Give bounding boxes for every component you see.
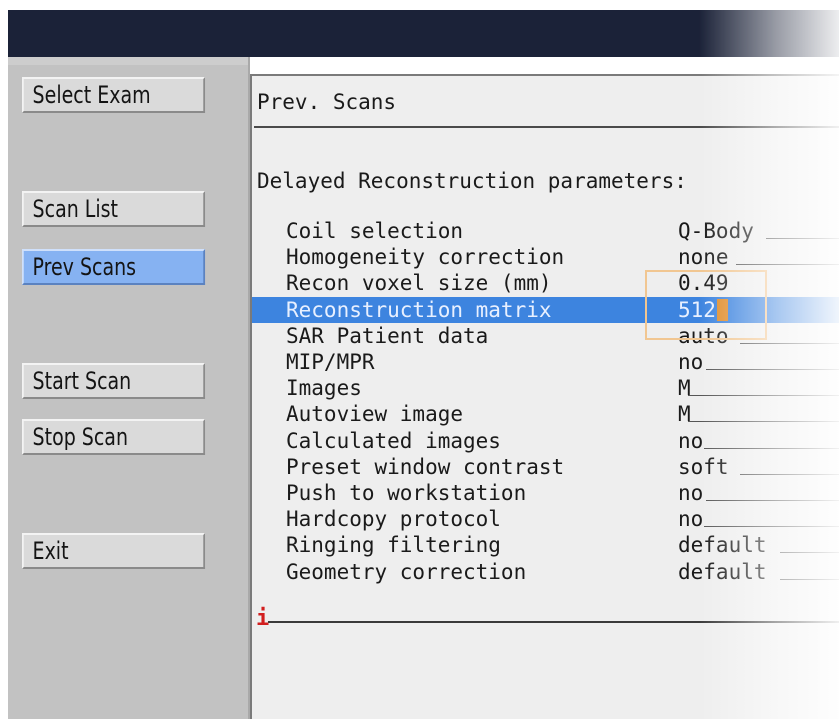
title-bar (8, 10, 839, 57)
parameter-label: Recon voxel size (mm) (286, 271, 552, 296)
parameter-row[interactable]: Hardcopy protocol no (252, 506, 839, 532)
value-field-underline (740, 342, 839, 344)
parameter-label: Preset window contrast (286, 454, 565, 479)
parameter-value[interactable]: no (678, 349, 703, 375)
value-field-underline (706, 369, 839, 370)
parameter-value[interactable]: no (678, 480, 703, 506)
parameter-value[interactable]: M (678, 401, 691, 427)
parameter-value[interactable]: none (678, 244, 729, 270)
page-title: Prev. Scans (257, 90, 397, 114)
parameter-label: Homogeneity correction (286, 245, 565, 270)
parameter-label: Reconstruction matrix (286, 297, 552, 322)
message-line (268, 621, 839, 623)
main-panel: Prev. Scans Delayed Reconstruction param… (250, 74, 839, 719)
value-field-underline (766, 238, 839, 239)
parameter-value[interactable]: Q-Body (678, 218, 754, 244)
parameter-row[interactable]: Reconstruction matrix 512 (252, 296, 839, 323)
parameter-row[interactable]: Recon voxel size (mm) 0.49 (252, 270, 839, 296)
parameter-row[interactable]: Images M (252, 375, 839, 401)
parameter-label: Autoview image (286, 402, 464, 427)
stop-scan-button[interactable]: Stop Scan (22, 419, 206, 455)
value-field-underline (704, 447, 839, 449)
parameter-value[interactable]: M (678, 375, 691, 401)
prev-scans-button[interactable]: Prev Scans (22, 249, 206, 285)
parameter-label: Hardcopy protocol (286, 507, 501, 532)
parameter-row[interactable]: Preset window contrast soft (252, 454, 839, 480)
select-exam-button[interactable]: Select Exam (22, 77, 206, 113)
value-field-underline (688, 421, 839, 423)
start-scan-button[interactable]: Start Scan (22, 363, 206, 399)
value-field-underline (688, 395, 839, 397)
parameter-label: Images (286, 376, 362, 401)
parameter-label: MIP/MPR (286, 350, 375, 374)
sidebar: Select Exam Scan List Prev Scans Start S… (8, 57, 250, 719)
value-field-underline (780, 578, 839, 580)
value-field-underline (736, 264, 839, 266)
parameter-row[interactable]: Push to workstation no (252, 480, 839, 506)
parameter-value[interactable]: 512 (678, 297, 716, 323)
parameter-value[interactable]: no (678, 506, 703, 532)
value-field-underline (740, 473, 839, 475)
parameter-value[interactable]: auto (678, 323, 729, 349)
parameter-row[interactable]: MIP/MPR no (252, 349, 839, 375)
parameter-row[interactable]: Coil selection Q-Body (252, 218, 839, 244)
parameter-value[interactable]: default (678, 532, 767, 558)
value-field-underline (780, 552, 839, 554)
section-title: Delayed Reconstruction parameters: (257, 169, 687, 193)
title-divider (254, 126, 839, 128)
parameter-row[interactable]: SAR Patient data auto (252, 323, 839, 349)
parameter-row[interactable]: Autoview image M (252, 401, 839, 427)
parameter-value[interactable]: soft (678, 454, 729, 480)
parameter-label: Ringing filtering (286, 533, 501, 558)
parameter-label: SAR Patient data (286, 323, 489, 348)
parameter-label: Calculated images (286, 428, 501, 453)
parameter-row[interactable]: Geometry correction default (252, 559, 839, 585)
parameter-row[interactable]: Calculated images no (252, 428, 839, 454)
parameter-value[interactable]: no (678, 428, 703, 454)
parameter-label: Push to workstation (286, 481, 527, 505)
text-cursor (717, 298, 728, 321)
parameter-value[interactable]: 0.49 (678, 270, 729, 296)
exit-button[interactable]: Exit (22, 533, 206, 569)
value-field-underline (706, 500, 839, 501)
parameter-label: Coil selection (286, 219, 464, 243)
sidebar-top-strip (8, 57, 248, 65)
parameter-label: Geometry correction (286, 559, 527, 584)
parameter-row[interactable]: Homogeneity correction none (252, 244, 839, 270)
parameter-row[interactable]: Ringing filtering default (252, 532, 839, 558)
scan-list-button[interactable]: Scan List (22, 191, 206, 227)
parameter-value[interactable]: default (678, 559, 767, 585)
info-icon: i (256, 606, 270, 631)
value-field-underline (704, 526, 839, 528)
